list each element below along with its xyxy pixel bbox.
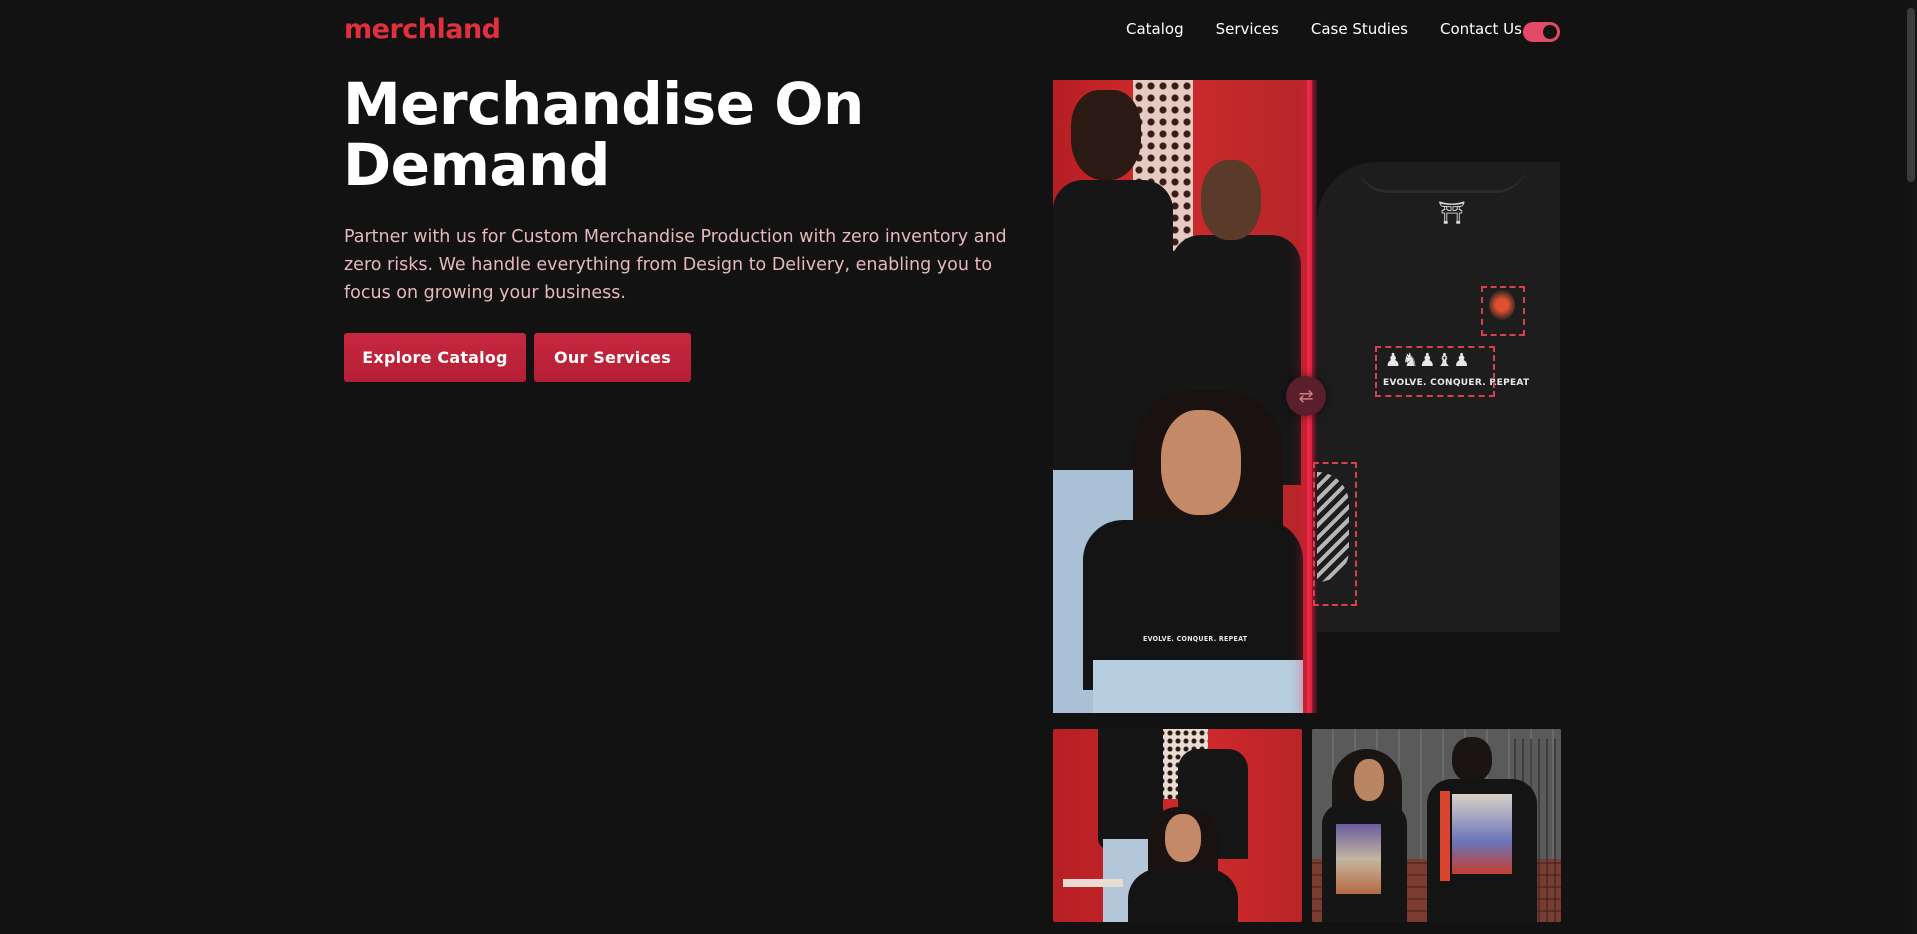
print-area-badge <box>1481 286 1525 336</box>
model-3-jeans <box>1093 660 1303 713</box>
nav-case-studies[interactable]: Case Studies <box>1311 20 1408 38</box>
tshirt-collar <box>1357 162 1527 193</box>
model-1-head <box>1071 90 1141 180</box>
hero-title: Merchandise On Demand <box>343 70 864 199</box>
shirt-vertical-text <box>1440 791 1450 881</box>
thumb-model-3-face <box>1165 814 1201 862</box>
thumb-woman-face <box>1354 759 1384 801</box>
scrollbar-thumb[interactable] <box>1907 8 1915 182</box>
shirt-artwork-back <box>1452 794 1512 874</box>
model-2-head <box>1201 160 1261 240</box>
explore-catalog-button[interactable]: Explore Catalog <box>344 333 526 382</box>
scrollbar[interactable] <box>1905 0 1917 934</box>
hero-description: Partner with us for Custom Merchandise P… <box>344 227 1007 303</box>
thumbnail-group-photo[interactable] <box>1053 729 1302 922</box>
print-area-chest <box>1375 346 1495 397</box>
nav-contact-us[interactable]: Contact Us <box>1440 20 1522 38</box>
toggle-knob <box>1543 25 1557 39</box>
nav-services[interactable]: Services <box>1216 20 1279 38</box>
torii-gate-icon: ⛩ <box>1438 201 1466 226</box>
window-sill <box>1063 879 1123 887</box>
model-photo: EVOLVE. CONQUER. REPEAT <box>1053 80 1312 713</box>
brand-logo[interactable]: merchland <box>344 14 501 45</box>
thumb-man-head <box>1452 737 1492 782</box>
shirt-print-slogan: EVOLVE. CONQUER. REPEAT <box>1143 635 1248 643</box>
tshirt-mockup: ⛩ ♟♞♟♝♟ EVOLVE. CONQUER. REPEAT <box>1313 80 1560 713</box>
thumb-model-3-body <box>1128 869 1238 922</box>
shirt-artwork-front <box>1336 824 1381 894</box>
our-services-button[interactable]: Our Services <box>534 333 691 382</box>
nav-catalog[interactable]: Catalog <box>1126 20 1184 38</box>
main-nav: Catalog Services Case Studies Contact Us <box>1126 20 1554 38</box>
thumbnail-couple-photo[interactable] <box>1312 729 1561 922</box>
page: merchland Catalog Services Case Studies … <box>0 0 1917 934</box>
print-area-side <box>1313 462 1357 606</box>
model-3-face <box>1161 410 1241 515</box>
theme-toggle[interactable] <box>1523 22 1560 42</box>
swap-arrows-icon[interactable]: ⇄ <box>1286 376 1326 416</box>
